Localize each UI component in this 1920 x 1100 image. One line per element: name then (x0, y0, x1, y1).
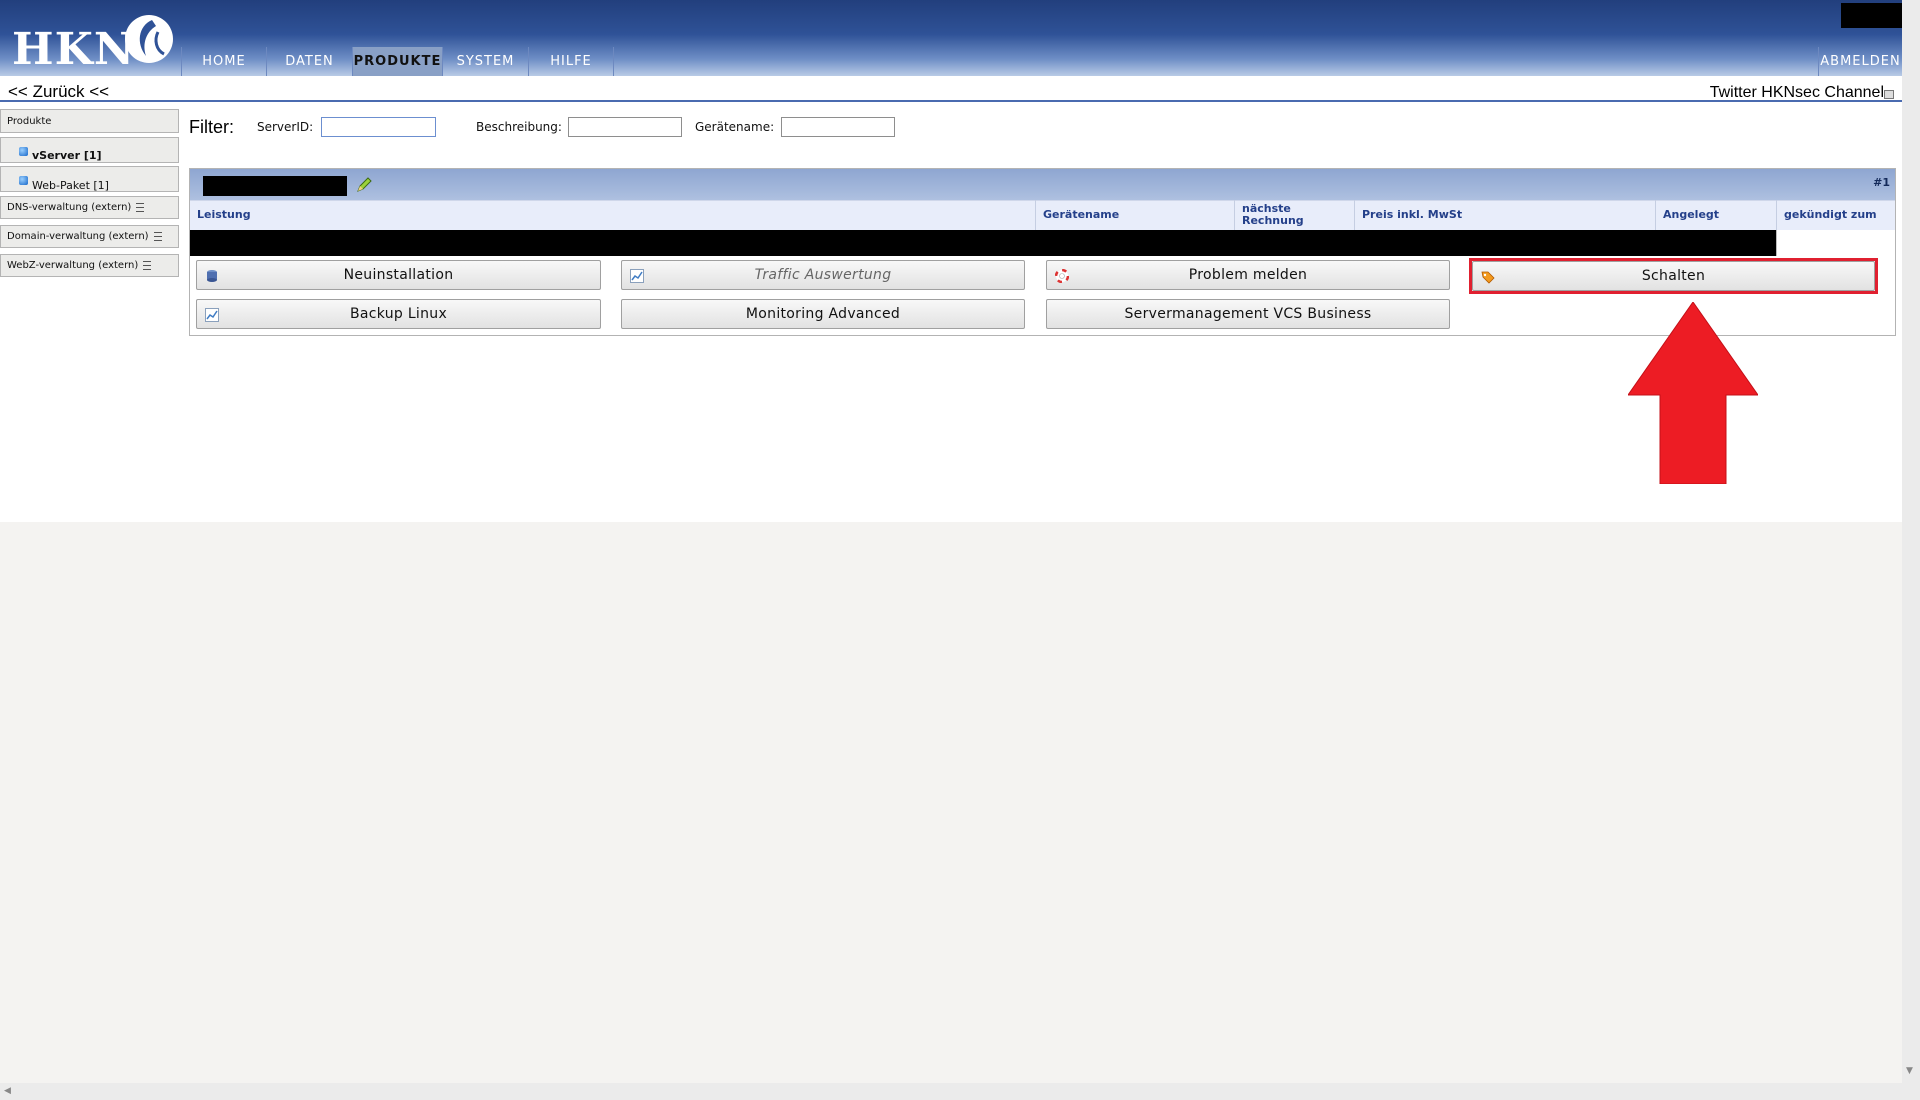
sidebar-item-domain[interactable]: Domain-verwaltung (extern) (0, 225, 179, 248)
button-label: Monitoring Advanced (745, 306, 901, 322)
server-bullet-icon (19, 176, 28, 185)
highlight-box (1469, 258, 1878, 294)
lifebuoy-icon (1055, 269, 1069, 283)
menu-icon (143, 261, 152, 270)
back-link[interactable]: << Zurück << (8, 82, 109, 102)
col-gekuendigt[interactable]: gekündigt zum (1776, 200, 1895, 230)
table-cell (1776, 230, 1895, 256)
nav-hilfe[interactable]: HILFE (528, 47, 614, 76)
menu-icon (153, 232, 162, 241)
redacted-server-name (203, 176, 347, 196)
sidebar-item-label: vServer [1] (32, 149, 102, 162)
button-label: Backup Linux (349, 306, 448, 322)
serverid-input[interactable] (321, 117, 436, 137)
sidebar-item-label: WebZ-verwaltung (extern) (7, 260, 139, 271)
problem-melden-button[interactable]: Problem melden (1046, 260, 1450, 290)
nav-abmelden[interactable]: ABMELDEN (1818, 47, 1902, 76)
filter-label: Filter: (189, 117, 234, 137)
sidebar-item-produkte[interactable]: Produkte (0, 109, 179, 133)
sidebar-item-webz[interactable]: WebZ-verwaltung (extern) (0, 254, 179, 277)
edit-pencil-icon[interactable] (356, 177, 372, 193)
nav-daten[interactable]: DATEN (266, 47, 352, 76)
nav-produkte[interactable]: PRODUKTE (352, 47, 442, 76)
chart-icon (630, 269, 644, 283)
logo[interactable]: HKN (12, 24, 135, 75)
col-naechste-rechnung[interactable]: nächste Rechnung (1234, 200, 1354, 230)
redacted-user-info (1841, 3, 1902, 28)
button-label: Neuinstallation (343, 267, 454, 283)
logo-swirl-icon (125, 15, 173, 63)
geraetename-input[interactable] (781, 117, 895, 137)
monitoring-advanced-button[interactable]: Monitoring Advanced (621, 299, 1025, 329)
sidebar-item-dns[interactable]: DNS-verwaltung (extern) (0, 196, 179, 219)
arrow-up-icon (1628, 302, 1758, 484)
sidebar-item-label: Produkte (7, 115, 52, 127)
neuinstallation-button[interactable]: Neuinstallation (196, 260, 601, 290)
server-bullet-icon (19, 147, 28, 156)
sidebar-item-label: Web-Paket [1] (32, 179, 109, 192)
col-geraetename[interactable]: Gerätename (1035, 200, 1234, 230)
vertical-scrollbar[interactable]: ▼ (1902, 0, 1920, 1100)
sidebar-item-label: Domain-verwaltung (extern) (7, 231, 149, 242)
button-label: Problem melden (1188, 267, 1308, 283)
sidebar-item-vserver[interactable]: vServer [1] (0, 137, 179, 163)
col-preis[interactable]: Preis inkl. MwSt (1354, 200, 1655, 230)
beschreibung-label: Beschreibung: (476, 120, 562, 134)
menu-icon (136, 203, 145, 212)
sidebar-item-label: DNS-verwaltung (extern) (7, 202, 132, 213)
divider (0, 100, 1902, 102)
sidebar-item-webpaket[interactable]: Web-Paket [1] (0, 166, 179, 192)
horizontal-scrollbar[interactable]: ◀ (0, 1083, 1902, 1100)
button-label: Servermanagement VCS Business (1124, 306, 1372, 322)
expand-icon[interactable] (1884, 90, 1894, 99)
database-icon (207, 270, 217, 282)
twitter-link[interactable]: Twitter HKNsec Channel (1664, 84, 1884, 102)
redacted-table-row (190, 230, 1776, 256)
geraetename-label: Gerätename: (695, 120, 775, 134)
beschreibung-input[interactable] (568, 117, 682, 137)
nav-home[interactable]: HOME (181, 47, 266, 76)
button-label: Traffic Auswertung (754, 267, 892, 283)
traffic-auswertung-button[interactable]: Traffic Auswertung (621, 260, 1025, 290)
chart-icon (205, 308, 219, 322)
scroll-left-icon[interactable]: ◀ (4, 1086, 11, 1096)
servermanagement-button[interactable]: Servermanagement VCS Business (1046, 299, 1450, 329)
table-title-bar (190, 169, 1895, 200)
serverid-label: ServerID: (257, 120, 314, 134)
backup-linux-button[interactable]: Backup Linux (196, 299, 601, 329)
nav-system[interactable]: SYSTEM (442, 47, 528, 76)
col-leistung[interactable]: Leistung (190, 200, 1035, 230)
col-angelegt[interactable]: Angelegt (1655, 200, 1776, 230)
scroll-down-icon[interactable]: ▼ (1906, 1066, 1913, 1076)
row-number: #1 (1873, 176, 1890, 189)
